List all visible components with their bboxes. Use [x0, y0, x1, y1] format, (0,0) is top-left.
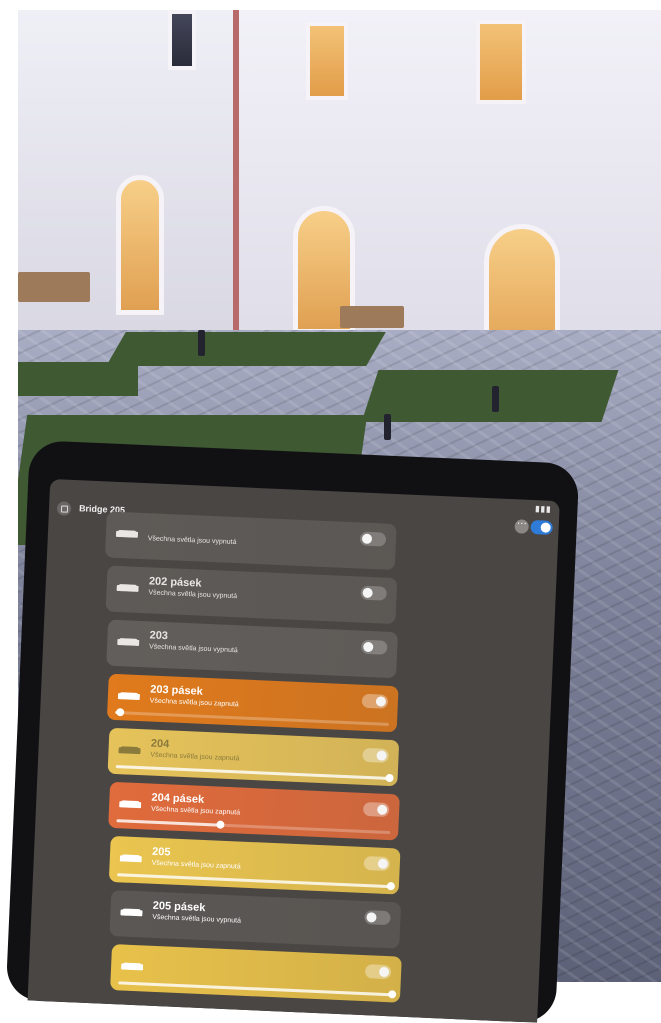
- toggle-knob: [361, 533, 373, 545]
- brightness-thumb[interactable]: [385, 773, 394, 783]
- lamp-post: [492, 386, 499, 412]
- room-status: Všechna světla jsou zapnutá: [151, 859, 241, 871]
- room-card[interactable]: 203 Všechna světla jsou vypnutá: [106, 619, 398, 679]
- lawn-patch: [361, 370, 619, 422]
- room-card[interactable]: 202 pásek Všechna světla jsou vypnutá: [105, 565, 398, 625]
- brightness-thumb[interactable]: [216, 820, 225, 829]
- room-name: 202 pásek: [148, 575, 202, 590]
- room-name: 205: [151, 845, 171, 859]
- window-lit: [306, 22, 348, 100]
- sofa-icon: [116, 580, 139, 595]
- room-status: Všechna světla jsou vypnutá: [147, 535, 237, 547]
- toggle-knob: [376, 804, 388, 815]
- brightness-fill: [117, 873, 391, 889]
- brightness-slider[interactable]: [115, 765, 394, 783]
- room-toggle[interactable]: [361, 693, 389, 709]
- lawn-patch: [106, 332, 386, 366]
- brightness-slider[interactable]: [115, 708, 390, 726]
- sofa-icon: [119, 796, 142, 811]
- room-toggle[interactable]: [359, 531, 387, 547]
- sofa-icon: [115, 526, 139, 541]
- lawn-patch: [18, 362, 138, 396]
- room-card[interactable]: 205 Všechna světla jsou zapnutá: [108, 835, 401, 895]
- lamp-post: [384, 414, 391, 440]
- brightness-thumb[interactable]: [386, 881, 396, 891]
- room-card[interactable]: 204 pásek Všechna světla jsou zapnutá: [108, 781, 400, 841]
- toggle-knob: [375, 696, 387, 707]
- bench: [340, 306, 404, 328]
- room-toggle[interactable]: [363, 855, 391, 872]
- master-toggle[interactable]: [530, 519, 553, 535]
- sofa-icon: [119, 850, 143, 865]
- room-name: 204 pásek: [151, 791, 205, 806]
- room-status: Všechna světla jsou zapnutá: [150, 751, 240, 763]
- toggle-knob: [362, 587, 373, 599]
- room-toggle[interactable]: [360, 639, 388, 655]
- sofa-icon: [120, 904, 143, 919]
- room-toggle[interactable]: [364, 964, 392, 980]
- room-toggle[interactable]: [362, 747, 389, 763]
- drain-pipe: [233, 10, 239, 330]
- sofa-icon: [117, 688, 141, 703]
- toggle-knob: [376, 750, 387, 761]
- room-toggle[interactable]: [362, 801, 390, 818]
- room-name: 203: [149, 629, 169, 643]
- toggle-knob: [366, 912, 377, 923]
- sofa-icon: [117, 634, 140, 649]
- tablet-device: ▮▮▮ Bridge 205 ⋯ Všechna světla jsou vyp…: [5, 440, 580, 1023]
- hue-app-screen: ▮▮▮ Bridge 205 ⋯ Všechna světla jsou vyp…: [27, 478, 560, 1023]
- room-toggle[interactable]: [364, 910, 391, 926]
- brightness-slider[interactable]: [118, 981, 397, 999]
- brightness-fill: [115, 765, 390, 781]
- room-status: Všechna světla jsou vypnutá: [148, 643, 238, 655]
- room-name: 205 pásek: [152, 899, 206, 915]
- grid-icon[interactable]: [56, 501, 72, 516]
- room-status: Všechna světla jsou vypnutá: [148, 589, 238, 601]
- room-card[interactable]: 204 Všechna světla jsou zapnutá: [107, 727, 400, 787]
- ellipsis-icon[interactable]: ⋯: [514, 518, 529, 534]
- lamp-post: [198, 330, 205, 356]
- brightness-fill: [118, 981, 393, 997]
- room-name: 204: [150, 737, 170, 751]
- room-status: Všechna světla jsou vypnutá: [152, 913, 242, 925]
- room-card[interactable]: 205 pásek Všechna světla jsou vypnutá: [109, 889, 402, 949]
- room-status: Všechna světla jsou zapnutá: [149, 697, 239, 709]
- battery-icon: ▮▮▮: [535, 504, 552, 514]
- room-card[interactable]: 203 pásek Všechna světla jsou zapnutá: [106, 673, 399, 733]
- room-card[interactable]: [110, 944, 402, 1003]
- window-lit: [476, 20, 526, 104]
- room-toggle[interactable]: [360, 585, 387, 601]
- room-list: Všechna světla jsou vypnutá 202 pásek Všec…: [86, 511, 402, 1009]
- arched-window: [116, 175, 164, 315]
- sofa-icon: [121, 958, 144, 973]
- brightness-thumb[interactable]: [387, 990, 397, 999]
- brightness-fill: [116, 819, 221, 827]
- sofa-icon: [118, 742, 141, 757]
- room-status: Všechna světla jsou zapnutá: [150, 805, 241, 817]
- bench: [18, 272, 90, 302]
- window-dark: [168, 10, 196, 70]
- toggle-knob: [363, 641, 374, 653]
- brightness-slider[interactable]: [116, 819, 391, 835]
- toggle-knob: [377, 858, 389, 870]
- toggle-knob: [378, 966, 390, 978]
- brightness-slider[interactable]: [117, 873, 396, 891]
- room-name: 203 pásek: [149, 683, 204, 698]
- brightness-thumb[interactable]: [116, 708, 125, 717]
